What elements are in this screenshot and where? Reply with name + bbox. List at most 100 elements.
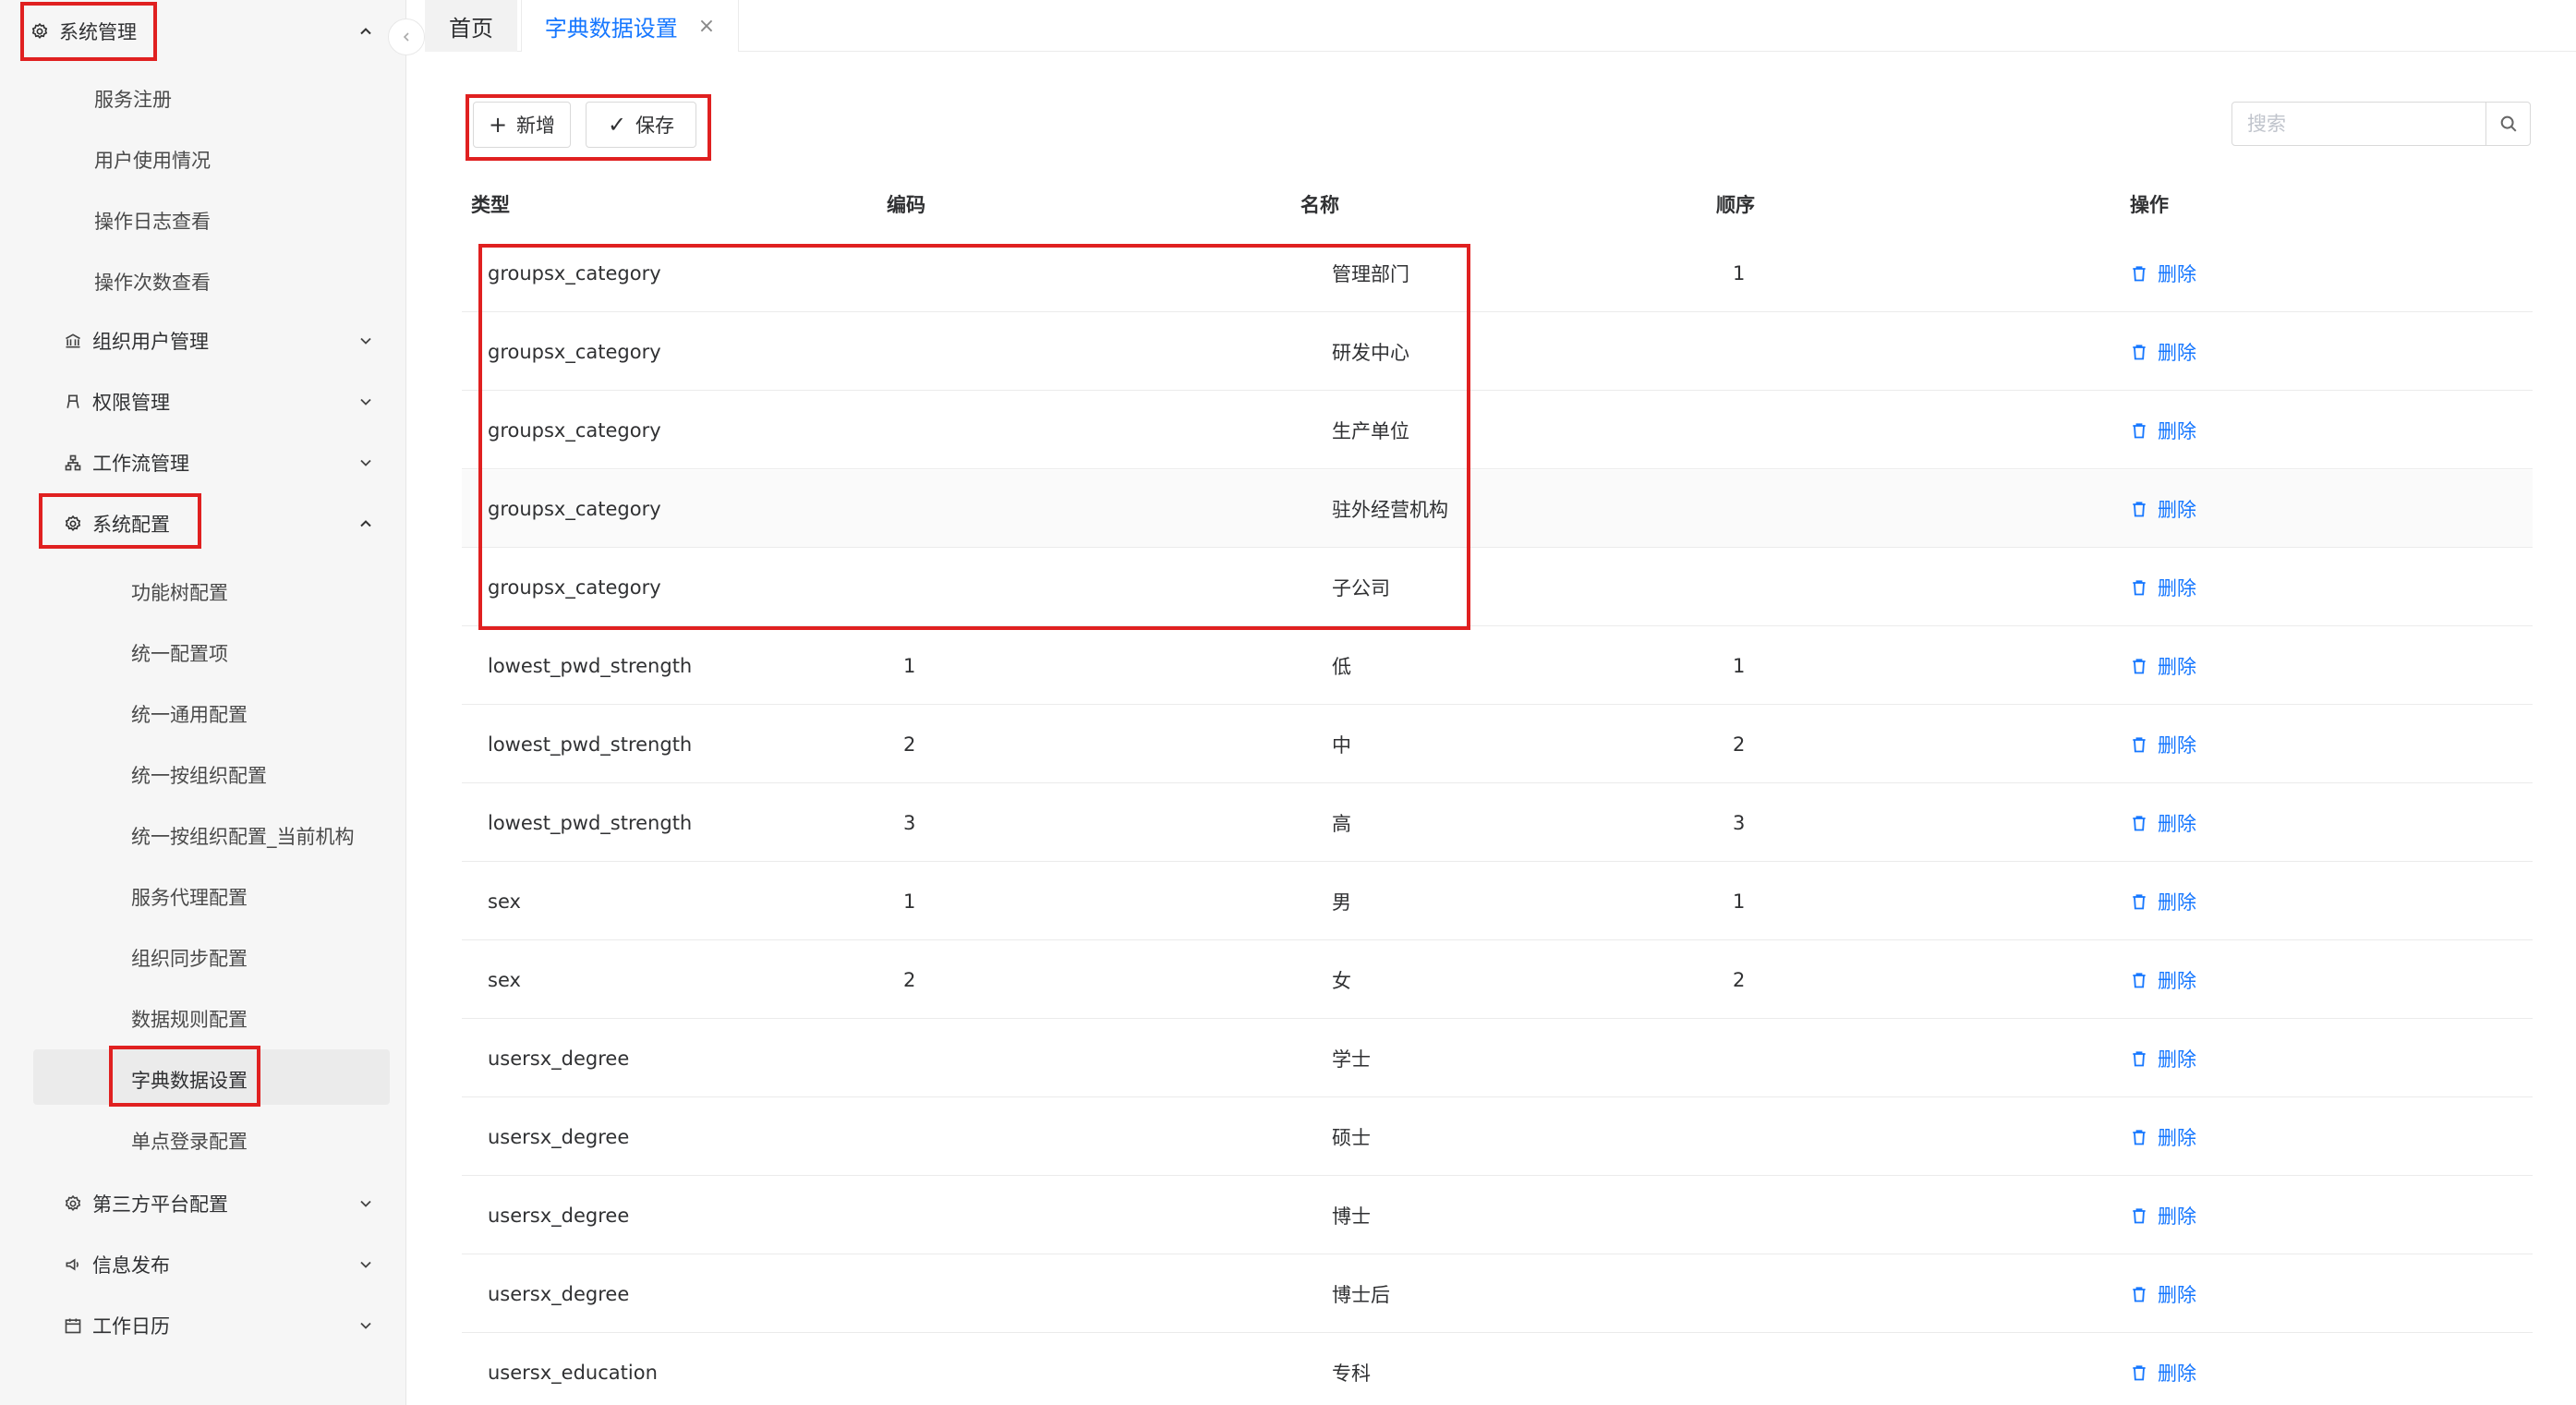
trash-icon [2133,737,2146,753]
cell-type: usersx_degree [488,1283,630,1305]
cell-name: 专科 [1332,1363,1371,1385]
delete-button[interactable]: 删除 [2130,784,2196,862]
table-row[interactable]: usersx_education 专科 删除 [462,1334,2533,1405]
delete-label: 删除 [2158,263,2196,285]
delete-button[interactable]: 删除 [2130,1255,2196,1333]
delete-label: 删除 [2158,1048,2196,1071]
cell-type: usersx_degree [488,1205,630,1227]
table-row[interactable]: sex 1 男 1 删除 [462,863,2533,940]
sidebar-item-org-config-current[interactable]: 统一按组织配置_当前机构 [131,822,355,850]
cell-order: 1 [1733,655,1746,677]
delete-button[interactable]: 删除 [2130,1020,2196,1097]
menu-group-permission-management[interactable]: 权限管理 [0,382,406,421]
delete-button[interactable]: 删除 [2130,235,2196,312]
sidebar: 系统管理 服务注册 用户使用情况 操作日志查看 操作次数查看 组织用户管理 权限… [0,0,406,1405]
sidebar-item-user-usage[interactable]: 用户使用情况 [94,146,211,174]
search-button[interactable] [2485,103,2530,145]
table-row[interactable]: lowest_pwd_strength 1 低 1 删除 [462,627,2533,705]
trash-icon [2133,1051,2146,1067]
menu-group-work-calendar[interactable]: 工作日历 [0,1306,406,1345]
table-row[interactable]: usersx_degree 硕士 删除 [462,1098,2533,1176]
delete-label: 删除 [2158,1284,2196,1306]
bank-icon [63,331,83,351]
menu-group-label: 组织用户管理 [92,331,209,353]
speaker-icon [63,1254,83,1275]
highlight-box-dictionary-data [109,1046,260,1107]
table-row[interactable]: lowest_pwd_strength 2 中 2 删除 [462,706,2533,783]
highlight-box-toolbar [466,94,711,161]
menu-group-third-party-config[interactable]: 第三方平台配置 [0,1184,406,1223]
cell-type: usersx_degree [488,1048,630,1070]
table-row[interactable]: lowest_pwd_strength 3 高 3 删除 [462,784,2533,862]
delete-button[interactable]: 删除 [2130,1098,2196,1176]
table-header: 类型 编码 名称 顺序 操作 [462,176,2533,233]
menu-group-label: 第三方平台配置 [92,1193,228,1216]
sidebar-item-org-sync[interactable]: 组织同步配置 [131,944,248,972]
sidebar-item-data-rules[interactable]: 数据规则配置 [131,1005,248,1033]
delete-button[interactable]: 删除 [2130,313,2196,391]
delete-button[interactable]: 删除 [2130,549,2196,626]
cell-name: 女 [1332,970,1351,992]
delete-label: 删除 [2158,1363,2196,1385]
delete-label: 删除 [2158,813,2196,835]
trash-icon [2133,580,2146,596]
chevron-down-icon [360,337,371,345]
cell-name: 学士 [1332,1048,1371,1071]
delete-button[interactable]: 删除 [2130,706,2196,783]
delete-label: 删除 [2158,1127,2196,1149]
trash-icon [2133,1208,2146,1224]
delete-button[interactable]: 删除 [2130,1334,2196,1405]
sidebar-item-service-proxy[interactable]: 服务代理配置 [131,883,248,911]
calendar-icon [63,1315,83,1336]
sidebar-item-service-registry[interactable]: 服务注册 [94,85,172,113]
sidebar-item-sso-config[interactable]: 单点登录配置 [131,1127,248,1155]
cell-order: 2 [1733,969,1746,991]
cell-type: usersx_degree [488,1126,630,1148]
table-row[interactable]: usersx_degree 学士 删除 [462,1020,2533,1097]
sidebar-item-org-config[interactable]: 统一按组织配置 [131,761,267,789]
table-row[interactable]: usersx_degree 博士 删除 [462,1177,2533,1254]
menu-group-info-publish[interactable]: 信息发布 [0,1245,406,1284]
trash-icon [2133,502,2146,517]
delete-button[interactable]: 删除 [2130,470,2196,548]
tab-dictionary-data[interactable]: 字典数据设置 × [521,0,739,52]
delete-button[interactable]: 删除 [2130,1177,2196,1254]
sidebar-item-operation-log[interactable]: 操作日志查看 [94,207,211,235]
table-row[interactable]: sex 2 女 2 删除 [462,941,2533,1019]
delete-button[interactable]: 删除 [2130,941,2196,1019]
table-row[interactable]: usersx_degree 博士后 删除 [462,1255,2533,1333]
cell-type: lowest_pwd_strength [488,812,693,834]
delete-button[interactable]: 删除 [2130,863,2196,940]
tab-dictionary-label: 字典数据设置 [544,15,678,42]
menu-group-label: 工作流管理 [92,453,189,475]
sidebar-item-operation-count[interactable]: 操作次数查看 [94,268,211,296]
column-header-order: 顺序 [1716,194,1755,216]
trash-icon [2133,1287,2146,1302]
delete-label: 删除 [2158,891,2196,914]
cell-name: 低 [1332,656,1351,678]
cell-name: 中 [1332,734,1351,757]
delete-label: 删除 [2158,420,2196,442]
menu-group-workflow-management[interactable]: 工作流管理 [0,443,406,482]
close-icon[interactable]: × [698,15,715,38]
sidebar-item-function-tree[interactable]: 功能树配置 [131,578,228,606]
trash-icon [2133,266,2146,282]
menu-group-org-user-management[interactable]: 组织用户管理 [0,321,406,360]
cell-type: sex [488,890,521,913]
tab-home[interactable]: 首页 [425,0,517,52]
trash-icon [2133,816,2146,831]
highlight-box-system-management [20,2,157,61]
cell-code: 3 [903,812,916,834]
chevron-down-icon [360,1322,371,1329]
cell-type: sex [488,969,521,991]
menu-group-label: 信息发布 [92,1254,170,1277]
delete-button[interactable]: 删除 [2130,627,2196,705]
delete-button[interactable]: 删除 [2130,392,2196,469]
delete-label: 删除 [2158,656,2196,678]
sidebar-item-general-config[interactable]: 统一通用配置 [131,700,248,728]
sidebar-item-unified-config[interactable]: 统一配置项 [131,639,228,667]
column-header-name: 名称 [1300,194,1339,216]
collapse-sidebar-button[interactable] [388,18,425,55]
chevron-down-icon [360,398,371,406]
search-input[interactable] [2232,103,2487,145]
